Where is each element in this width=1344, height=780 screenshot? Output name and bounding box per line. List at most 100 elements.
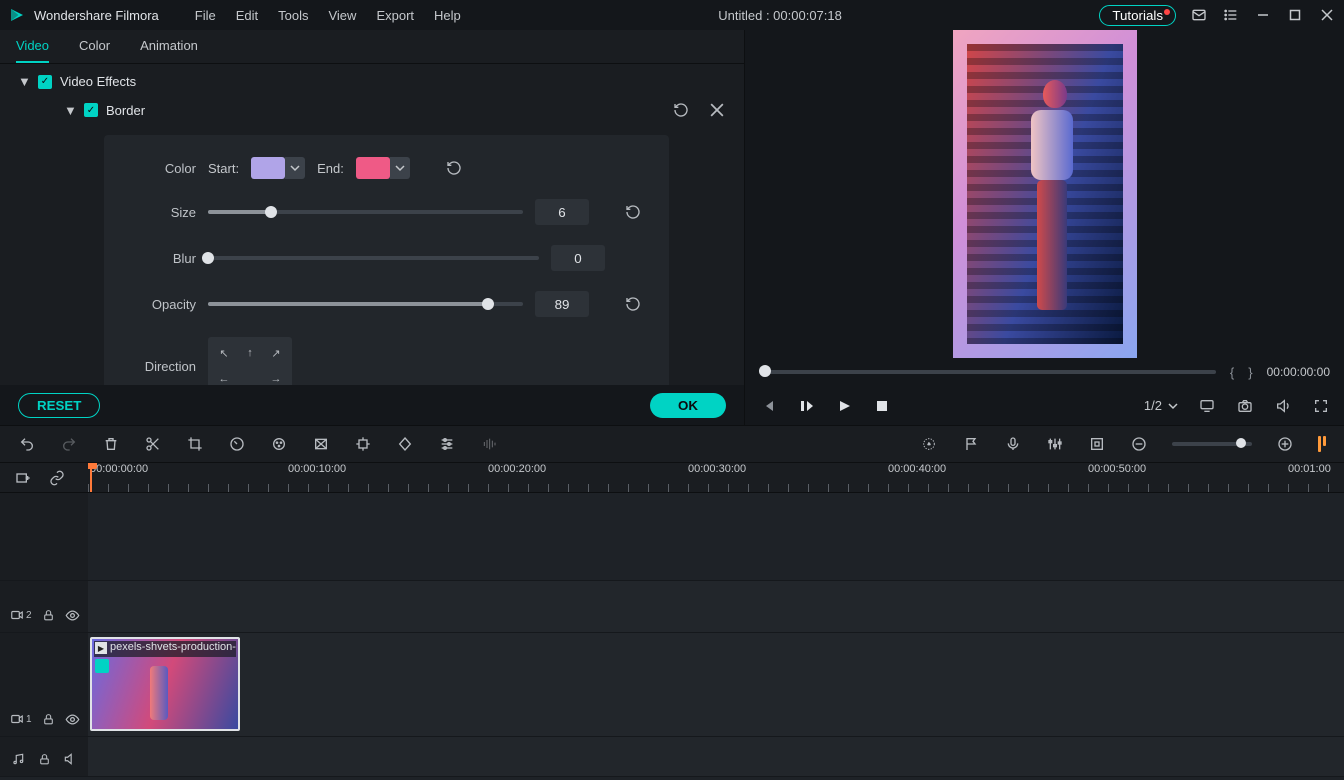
page-select[interactable]: 1/2 (1144, 398, 1178, 413)
border-header[interactable]: ▼ ✓ Border (18, 89, 726, 127)
mark-in-icon[interactable]: { (1230, 365, 1234, 380)
video-clip[interactable]: pexels-shvets-production-71 ▶ (90, 637, 240, 731)
scrub-slider[interactable] (759, 370, 1216, 374)
ruler-label: 00:00:00:00 (90, 463, 148, 475)
chevron-down-icon[interactable]: ▼ (64, 103, 76, 118)
lock-icon[interactable] (42, 710, 55, 728)
reset-size-icon[interactable] (625, 204, 641, 220)
direction-e[interactable]: → (264, 367, 288, 385)
lock-icon[interactable] (36, 750, 52, 768)
menu-export[interactable]: Export (376, 8, 414, 23)
direction-center[interactable] (238, 367, 262, 385)
menu-file[interactable]: File (195, 8, 216, 23)
display-icon[interactable] (1198, 397, 1216, 415)
direction-nw[interactable]: ↖ (212, 341, 236, 365)
playhead[interactable] (90, 463, 92, 492)
tab-video[interactable]: Video (16, 38, 49, 63)
tutorials-button[interactable]: Tutorials (1099, 5, 1176, 26)
track-audio-body[interactable] (88, 737, 1344, 776)
opacity-slider-thumb[interactable] (482, 298, 494, 310)
direction-n[interactable]: ↑ (238, 341, 262, 365)
zoom-slider[interactable] (1172, 442, 1252, 446)
video-effects-header[interactable]: ▼ ✓ Video Effects (18, 74, 726, 89)
video-effects-checkbox[interactable]: ✓ (38, 75, 52, 89)
eye-icon[interactable] (65, 710, 80, 728)
crop-icon[interactable] (186, 435, 204, 453)
mixer-icon[interactable] (1046, 435, 1064, 453)
blur-slider-thumb[interactable] (202, 252, 214, 264)
adjust-icon[interactable] (438, 435, 456, 453)
minimize-button[interactable] (1254, 6, 1272, 24)
track-1-body[interactable]: pexels-shvets-production-71 ▶ (88, 633, 1344, 736)
opacity-input[interactable] (535, 291, 589, 317)
direction-ne[interactable]: ↗ (264, 341, 288, 365)
zoom-in-icon[interactable] (1276, 435, 1294, 453)
ok-button[interactable]: OK (650, 393, 726, 418)
mark-out-icon[interactable]: } (1248, 365, 1252, 380)
tab-color[interactable]: Color (79, 38, 110, 63)
size-input[interactable] (535, 199, 589, 225)
reset-button[interactable]: RESET (18, 393, 100, 418)
fullscreen-icon[interactable] (1312, 397, 1330, 415)
lock-icon[interactable] (42, 606, 55, 624)
size-slider-thumb[interactable] (265, 206, 277, 218)
remove-border-icon[interactable] (708, 101, 726, 119)
direction-w[interactable]: ← (212, 367, 236, 385)
track-add-icon[interactable] (14, 469, 32, 487)
blur-input[interactable] (551, 245, 605, 271)
keyframe-icon[interactable] (396, 435, 414, 453)
timeline-ruler[interactable]: 00:00:00:00 00:00:10:00 00:00:20:00 00:0… (88, 463, 1344, 492)
chevron-down-icon[interactable] (390, 157, 410, 179)
redo-icon[interactable] (60, 435, 78, 453)
blur-slider[interactable] (208, 256, 539, 260)
play-pause-button[interactable] (797, 397, 815, 415)
link-icon[interactable] (48, 469, 66, 487)
menu-tools[interactable]: Tools (278, 8, 308, 23)
prev-frame-button[interactable] (759, 397, 777, 415)
tab-animation[interactable]: Animation (140, 38, 198, 63)
mic-icon[interactable] (1004, 435, 1022, 453)
color-icon[interactable] (270, 435, 288, 453)
track-2-body[interactable] (88, 581, 1344, 632)
play-button[interactable] (835, 397, 853, 415)
menu-edit[interactable]: Edit (236, 8, 258, 23)
motion-track-icon[interactable] (354, 435, 372, 453)
end-color-swatch[interactable] (356, 157, 390, 179)
marker-flag-icon[interactable] (962, 435, 980, 453)
start-color-picker[interactable] (251, 157, 305, 179)
speed-icon[interactable] (228, 435, 246, 453)
opacity-slider[interactable] (208, 302, 523, 306)
border-checkbox[interactable]: ✓ (84, 103, 98, 117)
volume-icon[interactable] (1274, 397, 1292, 415)
reset-border-icon[interactable] (672, 101, 690, 119)
menu-view[interactable]: View (328, 8, 356, 23)
chevron-down-icon[interactable] (285, 157, 305, 179)
reset-color-icon[interactable] (446, 160, 462, 176)
menu-help[interactable]: Help (434, 8, 461, 23)
track-body-empty[interactable] (88, 493, 1344, 580)
size-slider[interactable] (208, 210, 523, 214)
start-color-swatch[interactable] (251, 157, 285, 179)
snapshot-icon[interactable] (1236, 397, 1254, 415)
reset-opacity-icon[interactable] (625, 296, 641, 312)
frame-icon[interactable] (1088, 435, 1106, 453)
render-icon[interactable] (920, 435, 938, 453)
speaker-icon[interactable] (62, 750, 78, 768)
split-icon[interactable] (144, 435, 162, 453)
green-screen-icon[interactable] (312, 435, 330, 453)
end-color-picker[interactable] (356, 157, 410, 179)
scrub-thumb[interactable] (759, 365, 771, 377)
audio-icon[interactable] (480, 435, 498, 453)
zoom-out-icon[interactable] (1130, 435, 1148, 453)
delete-icon[interactable] (102, 435, 120, 453)
meter-icon[interactable] (1318, 436, 1326, 452)
list-icon[interactable] (1222, 6, 1240, 24)
eye-icon[interactable] (65, 606, 80, 624)
undo-icon[interactable] (18, 435, 36, 453)
zoom-thumb[interactable] (1236, 438, 1246, 448)
chevron-down-icon[interactable]: ▼ (18, 74, 30, 89)
stop-button[interactable] (873, 397, 891, 415)
maximize-button[interactable] (1286, 6, 1304, 24)
messages-icon[interactable] (1190, 6, 1208, 24)
close-button[interactable] (1318, 6, 1336, 24)
